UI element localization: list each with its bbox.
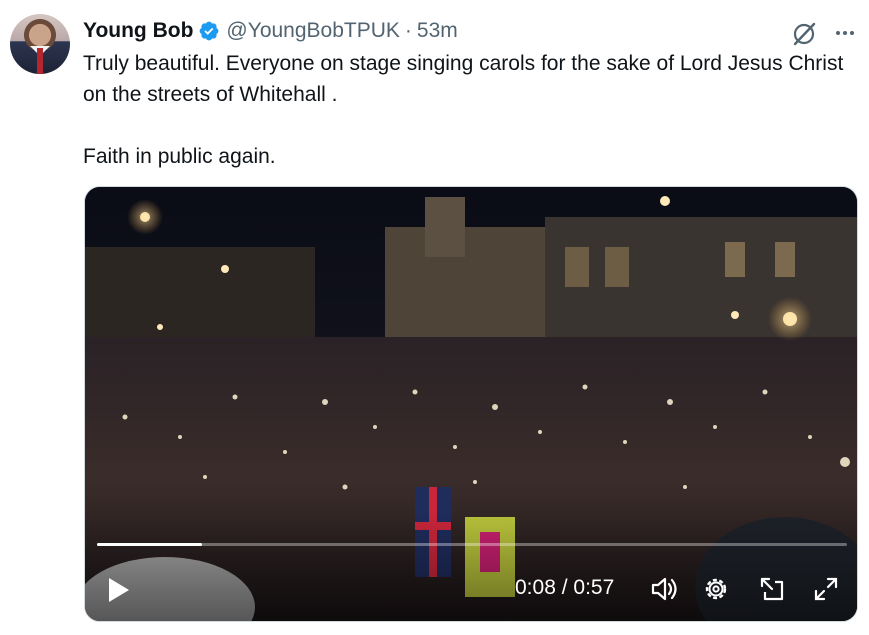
fullscreen-icon[interactable] (811, 574, 841, 604)
tweet-card[interactable]: Young Bob @YoungBobTPUK · 53m Truly beau… (0, 0, 869, 635)
grok-icon[interactable] (790, 20, 818, 48)
verified-badge-icon (200, 21, 219, 41)
tweet-paragraph: Faith in public again. (83, 145, 276, 168)
avatar-tie (37, 48, 43, 74)
current-time: 0:08 (515, 576, 556, 599)
more-dot (843, 31, 847, 35)
volume-icon[interactable] (649, 574, 679, 604)
play-icon[interactable] (103, 575, 133, 605)
tweet-paragraph: Truly beautiful. Everyone on stage singi… (83, 52, 844, 106)
avatar[interactable] (10, 14, 70, 74)
video-time-readout: 0:08 / 0:57 (515, 573, 614, 603)
video-progress-bar[interactable] (97, 543, 847, 546)
more-icon[interactable] (830, 20, 860, 46)
more-dot (836, 31, 840, 35)
timestamp[interactable]: 53m (417, 19, 458, 43)
tweet-text: Truly beautiful. Everyone on stage singi… (83, 48, 853, 172)
tweet-header: Young Bob @YoungBobTPUK · 53m (83, 14, 458, 48)
settings-gear-icon[interactable] (701, 574, 731, 604)
time-separator: / (555, 576, 574, 599)
video-progress-fill (97, 543, 202, 546)
video-controls (85, 511, 857, 621)
duration: 0:57 (573, 576, 615, 599)
video-player[interactable]: 0:08 / 0:57 (84, 186, 858, 622)
picture-in-picture-icon[interactable] (757, 574, 787, 604)
separator-dot: · (404, 19, 412, 42)
more-dot (850, 31, 854, 35)
display-name[interactable]: Young Bob (83, 19, 193, 43)
handle[interactable]: @YoungBobTPUK (226, 19, 400, 43)
